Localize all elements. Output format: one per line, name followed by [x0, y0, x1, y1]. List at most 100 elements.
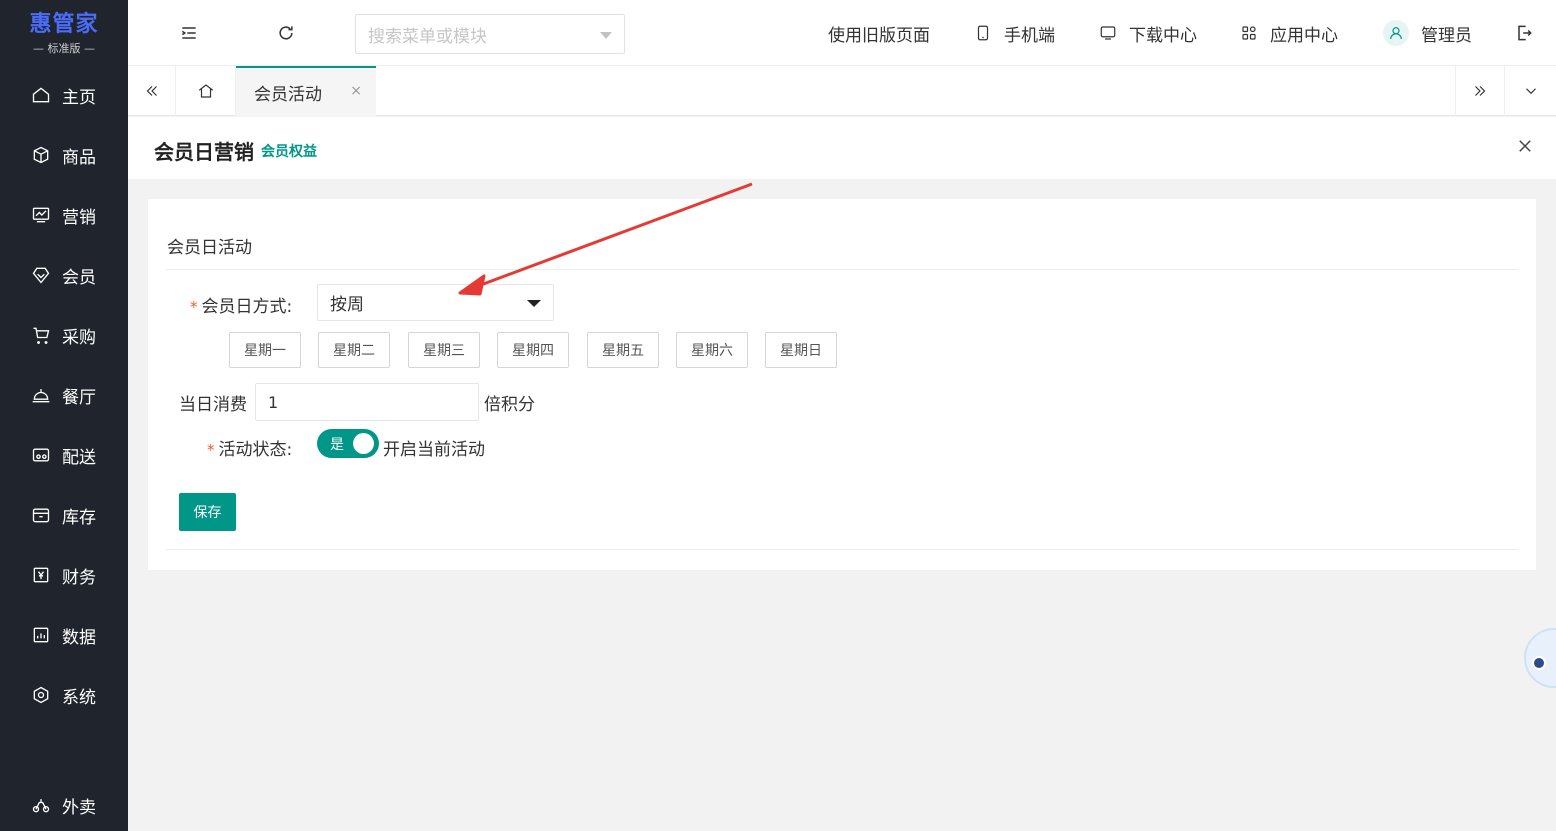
sidebar-item-restaurant[interactable]: 餐厅: [0, 375, 128, 415]
caret-down-icon: [527, 300, 541, 307]
chevron-down-icon: [1522, 82, 1540, 100]
page-title: 会员日营销: [154, 140, 254, 164]
user-avatar-icon: [1383, 20, 1409, 46]
home-icon: [30, 84, 52, 106]
robot-eye: [1532, 656, 1546, 670]
scooter-icon: [30, 794, 52, 816]
sidebar-item-member[interactable]: 会员: [0, 255, 128, 295]
tab-label: 会员活动: [254, 84, 322, 105]
sidebar-item-purchase[interactable]: 采购: [0, 315, 128, 355]
brand-edition: — 标准版 —: [33, 42, 95, 55]
chart-screen-icon: [30, 204, 52, 226]
points-multiplier-input[interactable]: 1: [255, 383, 479, 421]
brand-logo[interactable]: 惠管家 — 标准版 —: [0, 0, 128, 66]
system-gear-icon: [30, 684, 52, 706]
app-center-link[interactable]: 应用中心: [1240, 20, 1338, 46]
monitor-icon: [1099, 24, 1129, 42]
sidebar-item-label: 主页: [62, 87, 96, 108]
close-icon: [1516, 137, 1534, 155]
tabs-scroll-right-button[interactable]: [1455, 66, 1505, 116]
toggle-text: 是: [330, 437, 344, 453]
sidebar-item-data[interactable]: 数据: [0, 615, 128, 655]
tab-home[interactable]: [176, 66, 236, 116]
download-center-link[interactable]: 下载中心: [1099, 20, 1197, 46]
page-header: 会员日营销 会员权益: [128, 117, 1556, 179]
downloads-label: 下载中心: [1129, 25, 1197, 46]
activity-status-toggle[interactable]: 是: [317, 429, 379, 458]
close-icon[interactable]: ×: [350, 83, 362, 99]
sidebar-item-delivery[interactable]: 配送: [0, 435, 128, 475]
required-mark: *: [207, 441, 215, 459]
day-button-tuesday[interactable]: 星期二: [318, 332, 390, 368]
assistant-robot-icon[interactable]: [1524, 628, 1556, 688]
consume-label: 当日消费: [179, 395, 247, 415]
day-button-monday[interactable]: 星期一: [229, 332, 301, 368]
member-day-form-card: 会员日活动 * 会员日方式: 按周 星期一 星期二 星期三 星期四 星期五 星期六…: [148, 199, 1536, 570]
top-bar: 搜索菜单或模块 使用旧版页面 手机端 下载中心 应用中心 管理员: [128, 0, 1556, 66]
toggle-knob: [353, 433, 374, 454]
sidebar-item-label: 外卖: [62, 797, 96, 818]
sidebar-item-label: 财务: [62, 567, 96, 588]
status-label: * 活动状态:: [207, 440, 293, 460]
day-button-saturday[interactable]: 星期六: [676, 332, 748, 368]
mobile-label: 手机端: [1004, 25, 1055, 46]
consume-suffix: 倍积分: [484, 395, 535, 415]
sidebar-item-label: 会员: [62, 267, 96, 288]
stats-icon: [30, 624, 52, 646]
mode-label: * 会员日方式:: [190, 297, 293, 317]
day-button-friday[interactable]: 星期五: [587, 332, 659, 368]
page-subtitle: 会员权益: [261, 144, 317, 160]
user-menu[interactable]: 管理员: [1383, 20, 1472, 46]
day-button-sunday[interactable]: 星期日: [765, 332, 837, 368]
grid-apps-icon: [1240, 24, 1270, 42]
save-button[interactable]: 保存: [179, 493, 236, 531]
divider: [166, 549, 1518, 550]
double-chevron-right-icon: [1471, 82, 1489, 100]
sidebar-item-label: 商品: [62, 147, 96, 168]
search-placeholder: 搜索菜单或模块: [368, 26, 487, 47]
input-value: 1: [268, 392, 279, 412]
day-button-thursday[interactable]: 星期四: [497, 332, 569, 368]
member-day-mode-select[interactable]: 按周: [317, 284, 554, 321]
old-version-label: 使用旧版页面: [828, 25, 930, 46]
sidebar-item-marketing[interactable]: 营销: [0, 195, 128, 235]
divider: [166, 269, 1518, 270]
sidebar-item-system[interactable]: 系统: [0, 675, 128, 715]
page-close-button[interactable]: [1514, 135, 1536, 157]
mobile-link[interactable]: 手机端: [974, 20, 1055, 46]
sidebar-item-inventory[interactable]: 库存: [0, 495, 128, 535]
logout-button[interactable]: [1511, 20, 1537, 46]
user-name: 管理员: [1421, 25, 1472, 46]
logout-icon: [1514, 23, 1534, 43]
refresh-button[interactable]: [273, 20, 299, 46]
double-chevron-left-icon: [143, 82, 161, 100]
diamond-icon: [30, 264, 52, 286]
sidebar-item-label: 餐厅: [62, 387, 96, 408]
old-version-link[interactable]: 使用旧版页面: [828, 20, 930, 46]
delivery-icon: [30, 444, 52, 466]
sidebar-item-finance[interactable]: 财务: [0, 555, 128, 595]
phone-icon: [974, 24, 1004, 42]
tabs-scroll-left-button[interactable]: [128, 66, 176, 116]
sidebar-item-label: 采购: [62, 327, 96, 348]
yen-icon: [30, 564, 52, 586]
sidebar-item-takeaway[interactable]: 外卖: [0, 785, 128, 825]
tabs-menu-button[interactable]: [1505, 66, 1556, 116]
chevron-down-icon: [600, 32, 612, 39]
search-input[interactable]: 搜索菜单或模块: [355, 14, 625, 54]
inventory-icon: [30, 504, 52, 526]
sidebar-item-home[interactable]: 主页: [0, 75, 128, 115]
tab-member-activity[interactable]: 会员活动 ×: [236, 66, 376, 116]
tabs-bar: 会员活动 ×: [128, 66, 1556, 116]
sidebar-item-label: 库存: [62, 507, 96, 528]
sidebar-item-label: 配送: [62, 447, 96, 468]
sidebar: 惠管家 — 标准版 — 主页 商品 营销 会员 采购 餐厅 配送 库存 财务 数…: [0, 0, 128, 831]
indent-icon: [179, 23, 199, 43]
cart-icon: [30, 324, 52, 346]
sidebar-item-label: 营销: [62, 207, 96, 228]
box-icon: [30, 144, 52, 166]
select-value: 按周: [330, 295, 364, 315]
collapse-menu-button[interactable]: [176, 20, 202, 46]
day-button-wednesday[interactable]: 星期三: [408, 332, 480, 368]
sidebar-item-goods[interactable]: 商品: [0, 135, 128, 175]
